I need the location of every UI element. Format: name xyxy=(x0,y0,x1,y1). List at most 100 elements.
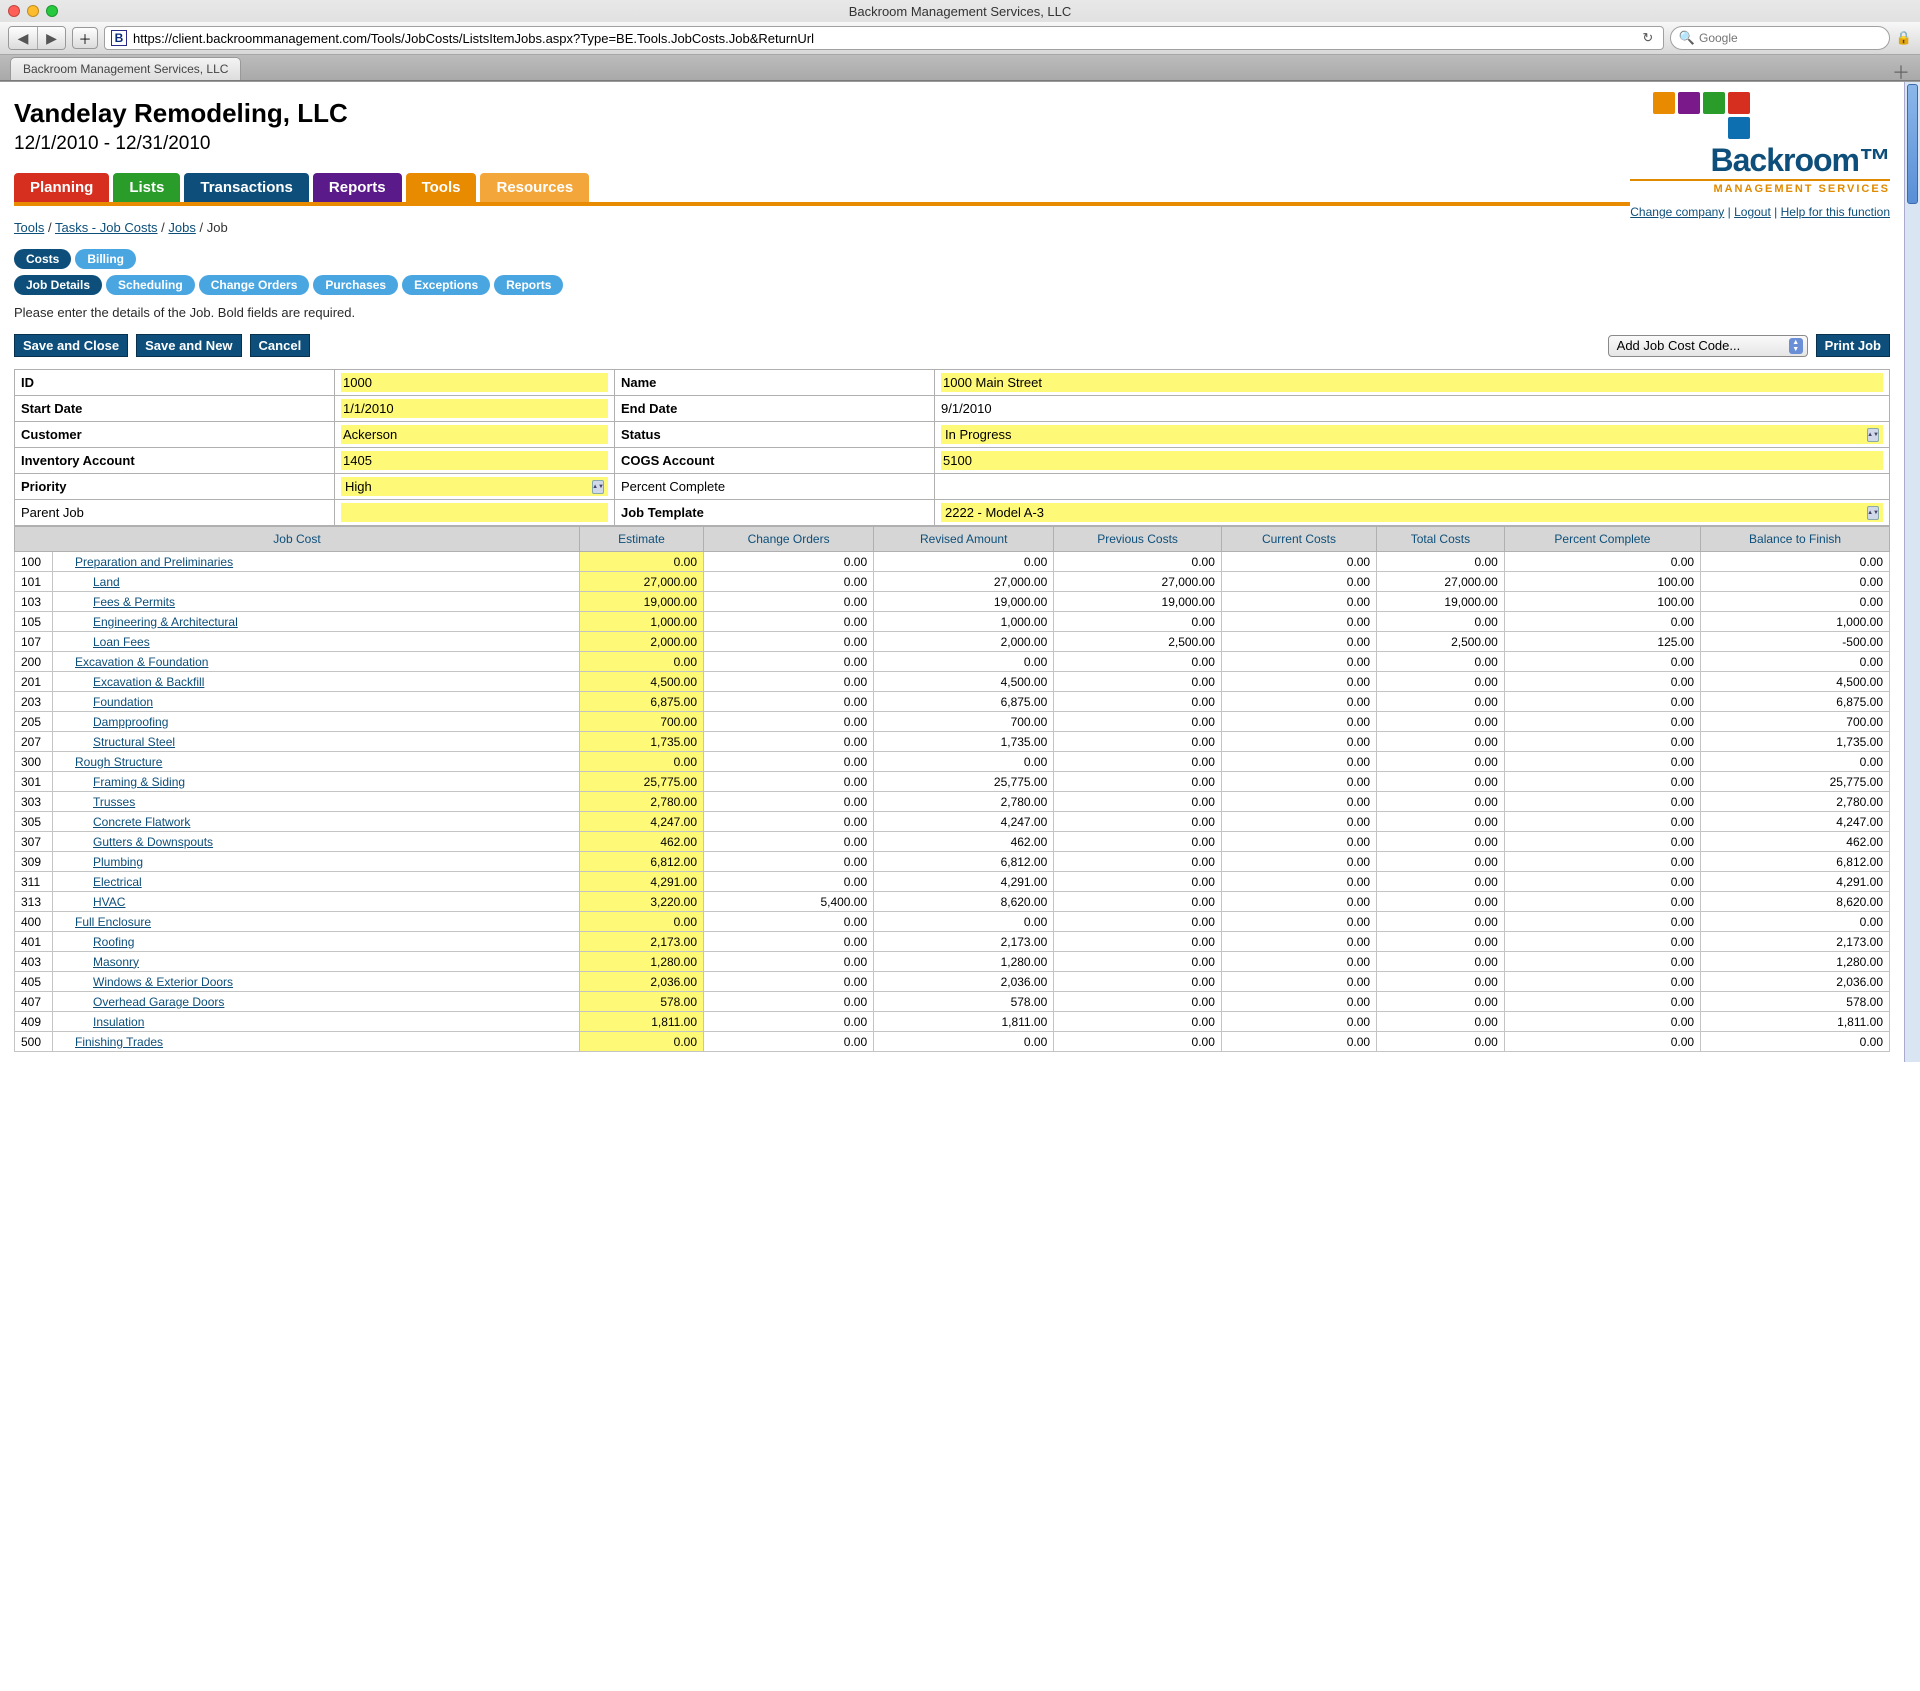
row-estimate[interactable]: 2,000.00 xyxy=(579,632,703,652)
row-desc[interactable]: Dampproofing xyxy=(53,712,580,732)
row-desc[interactable]: Foundation xyxy=(53,692,580,712)
row-estimate[interactable]: 1,735.00 xyxy=(579,732,703,752)
tab-tools[interactable]: Tools xyxy=(406,173,477,202)
add-job-cost-code-dropdown[interactable]: Add Job Cost Code... ▲▼ xyxy=(1608,335,1808,357)
cogs-field[interactable] xyxy=(941,451,1883,470)
row-estimate[interactable]: 0.00 xyxy=(579,912,703,932)
row-estimate[interactable]: 6,812.00 xyxy=(579,852,703,872)
row-estimate[interactable]: 0.00 xyxy=(579,552,703,572)
crumb-tasks[interactable]: Tasks - Job Costs xyxy=(55,220,158,235)
row-desc[interactable]: Concrete Flatwork xyxy=(53,812,580,832)
table-row: 407Overhead Garage Doors578.000.00578.00… xyxy=(15,992,1890,1012)
crumb-jobs[interactable]: Jobs xyxy=(168,220,195,235)
change-company-link[interactable]: Change company xyxy=(1630,205,1724,219)
logout-link[interactable]: Logout xyxy=(1734,205,1771,219)
add-bookmark-button[interactable]: ＋ xyxy=(72,27,98,49)
priority-select[interactable]: High▲▼ xyxy=(341,477,608,496)
subtab-jobdetails[interactable]: Job Details xyxy=(14,275,102,295)
row-estimate[interactable]: 462.00 xyxy=(579,832,703,852)
row-desc[interactable]: Electrical xyxy=(53,872,580,892)
help-link[interactable]: Help for this function xyxy=(1781,205,1890,219)
row-desc[interactable]: Structural Steel xyxy=(53,732,580,752)
row-estimate[interactable]: 25,775.00 xyxy=(579,772,703,792)
url-bar[interactable]: B ↻ xyxy=(104,26,1664,50)
status-select[interactable]: In Progress▲▼ xyxy=(941,425,1883,444)
row-estimate[interactable]: 0.00 xyxy=(579,1032,703,1052)
row-estimate[interactable]: 4,247.00 xyxy=(579,812,703,832)
row-desc[interactable]: Excavation & Backfill xyxy=(53,672,580,692)
browser-tab[interactable]: Backroom Management Services, LLC xyxy=(10,57,241,80)
save-new-button[interactable]: Save and New xyxy=(136,334,241,357)
row-estimate[interactable]: 2,173.00 xyxy=(579,932,703,952)
row-desc[interactable]: Plumbing xyxy=(53,852,580,872)
row-desc[interactable]: Rough Structure xyxy=(53,752,580,772)
row-estimate[interactable]: 2,036.00 xyxy=(579,972,703,992)
row-estimate[interactable]: 6,875.00 xyxy=(579,692,703,712)
row-estimate[interactable]: 3,220.00 xyxy=(579,892,703,912)
row-estimate[interactable]: 19,000.00 xyxy=(579,592,703,612)
subtab-costs[interactable]: Costs xyxy=(14,249,71,269)
vertical-scrollbar[interactable] xyxy=(1904,82,1920,1062)
row-estimate[interactable]: 1,811.00 xyxy=(579,1012,703,1032)
subtab-scheduling[interactable]: Scheduling xyxy=(106,275,195,295)
row-desc[interactable]: Finishing Trades xyxy=(53,1032,580,1052)
save-close-button[interactable]: Save and Close xyxy=(14,334,128,357)
row-estimate[interactable]: 1,280.00 xyxy=(579,952,703,972)
row-desc[interactable]: HVAC xyxy=(53,892,580,912)
row-estimate[interactable]: 0.00 xyxy=(579,652,703,672)
row-desc[interactable]: Preparation and Preliminaries xyxy=(53,552,580,572)
nav-back-button[interactable]: ◀ xyxy=(9,27,37,49)
subtab-purchases[interactable]: Purchases xyxy=(313,275,398,295)
url-input[interactable] xyxy=(133,31,1633,46)
row-desc[interactable]: Engineering & Architectural xyxy=(53,612,580,632)
row-estimate[interactable]: 27,000.00 xyxy=(579,572,703,592)
browser-search[interactable]: 🔍 xyxy=(1670,26,1890,50)
row-desc[interactable]: Loan Fees xyxy=(53,632,580,652)
row-desc[interactable]: Land xyxy=(53,572,580,592)
nav-forward-button[interactable]: ▶ xyxy=(37,27,65,49)
start-date-field[interactable] xyxy=(341,399,608,418)
row-total: 0.00 xyxy=(1377,972,1505,992)
tab-reports[interactable]: Reports xyxy=(313,173,402,202)
crumb-tools[interactable]: Tools xyxy=(14,220,44,235)
tab-planning[interactable]: Planning xyxy=(14,173,109,202)
cancel-button[interactable]: Cancel xyxy=(250,334,311,357)
row-desc[interactable]: Trusses xyxy=(53,792,580,812)
row-estimate[interactable]: 578.00 xyxy=(579,992,703,1012)
print-job-button[interactable]: Print Job xyxy=(1816,334,1890,357)
row-desc[interactable]: Excavation & Foundation xyxy=(53,652,580,672)
row-estimate[interactable]: 700.00 xyxy=(579,712,703,732)
subtab-changeorders[interactable]: Change Orders xyxy=(199,275,310,295)
row-balance: 2,780.00 xyxy=(1701,792,1890,812)
row-desc[interactable]: Framing & Siding xyxy=(53,772,580,792)
row-estimate[interactable]: 4,291.00 xyxy=(579,872,703,892)
row-desc[interactable]: Roofing xyxy=(53,932,580,952)
row-estimate[interactable]: 1,000.00 xyxy=(579,612,703,632)
reload-button[interactable]: ↻ xyxy=(1639,30,1657,46)
tab-lists[interactable]: Lists xyxy=(113,173,180,202)
tab-transactions[interactable]: Transactions xyxy=(184,173,309,202)
job-template-select[interactable]: 2222 - Model A-3▲▼ xyxy=(941,503,1883,522)
tab-resources[interactable]: Resources xyxy=(480,173,589,202)
scrollbar-thumb[interactable] xyxy=(1907,84,1918,204)
row-desc[interactable]: Windows & Exterior Doors xyxy=(53,972,580,992)
id-field[interactable] xyxy=(341,373,608,392)
inventory-field[interactable] xyxy=(341,451,608,470)
row-desc[interactable]: Fees & Permits xyxy=(53,592,580,612)
row-desc[interactable]: Gutters & Downspouts xyxy=(53,832,580,852)
name-field[interactable] xyxy=(941,373,1883,392)
row-estimate[interactable]: 2,780.00 xyxy=(579,792,703,812)
row-desc[interactable]: Full Enclosure xyxy=(53,912,580,932)
row-desc[interactable]: Insulation xyxy=(53,1012,580,1032)
row-desc[interactable]: Overhead Garage Doors xyxy=(53,992,580,1012)
row-desc[interactable]: Masonry xyxy=(53,952,580,972)
parent-job-field[interactable] xyxy=(341,503,608,522)
subtab-billing[interactable]: Billing xyxy=(75,249,136,269)
subtab-exceptions[interactable]: Exceptions xyxy=(402,275,490,295)
row-estimate[interactable]: 0.00 xyxy=(579,752,703,772)
subtab-reports[interactable]: Reports xyxy=(494,275,563,295)
customer-field[interactable] xyxy=(341,425,608,444)
row-estimate[interactable]: 4,500.00 xyxy=(579,672,703,692)
search-input[interactable] xyxy=(1699,31,1881,45)
table-row: 205Dampproofing700.000.00700.000.000.000… xyxy=(15,712,1890,732)
